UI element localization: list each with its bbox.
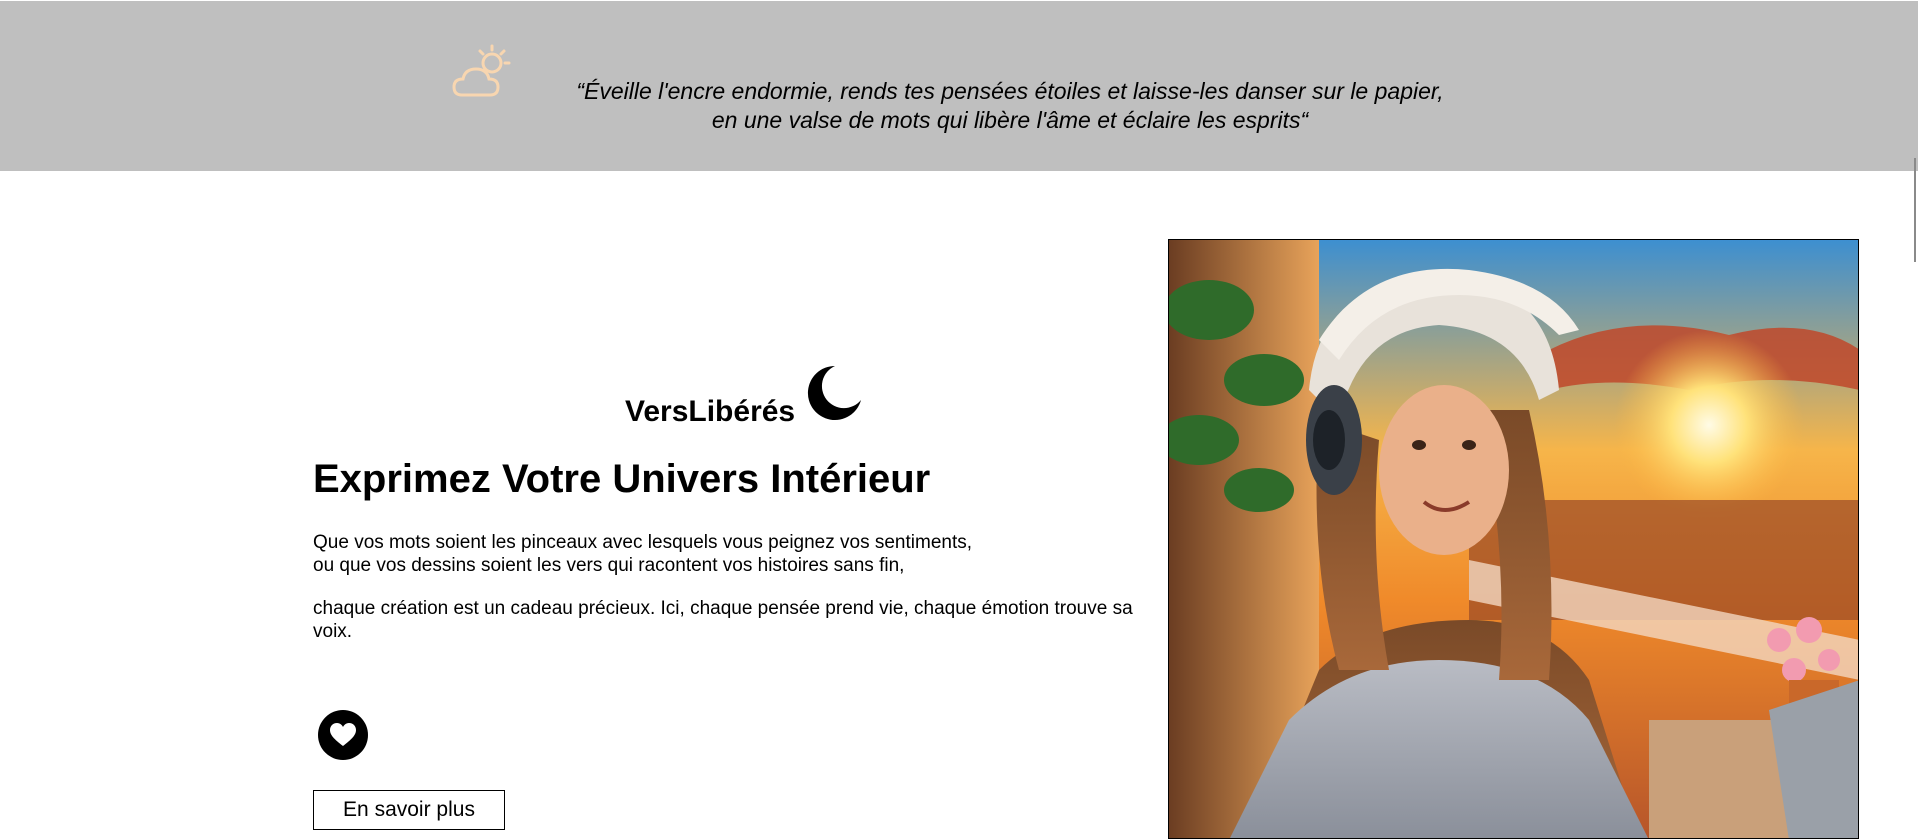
like-button[interactable] (318, 710, 368, 760)
page-headline: Exprimez Votre Univers Intérieur (313, 457, 931, 501)
crescent-moon-icon (807, 365, 861, 420)
quote-banner: “Éveille l'encre endormie, rends tes pen… (0, 1, 1918, 171)
scrollbar-thumb[interactable] (1914, 158, 1916, 262)
intro-paragraph: Que vos mots soient les pinceaux avec le… (313, 531, 1173, 577)
quote-line-2: en une valse de mots qui libère l'âme et… (711, 107, 1309, 133)
brand-name: VersLibérés (625, 395, 796, 428)
heart-icon (330, 723, 356, 746)
intro-line-2: ou que vos dessins soient les vers qui r… (313, 555, 905, 576)
hero-image (1168, 239, 1859, 839)
sun-behind-cloud-icon (452, 44, 511, 97)
quote-line-1: “Éveille l'encre endormie, rends tes pen… (576, 78, 1444, 104)
girl-with-helmet-illustration (1169, 240, 1858, 838)
banner-quote: “Éveille l'encre endormie, rends tes pen… (510, 77, 1510, 135)
body-paragraph: chaque création est un cadeau précieux. … (313, 598, 1133, 642)
learn-more-button[interactable]: En savoir plus (313, 790, 505, 830)
intro-line-1: Que vos mots soient les pinceaux avec le… (313, 532, 973, 553)
